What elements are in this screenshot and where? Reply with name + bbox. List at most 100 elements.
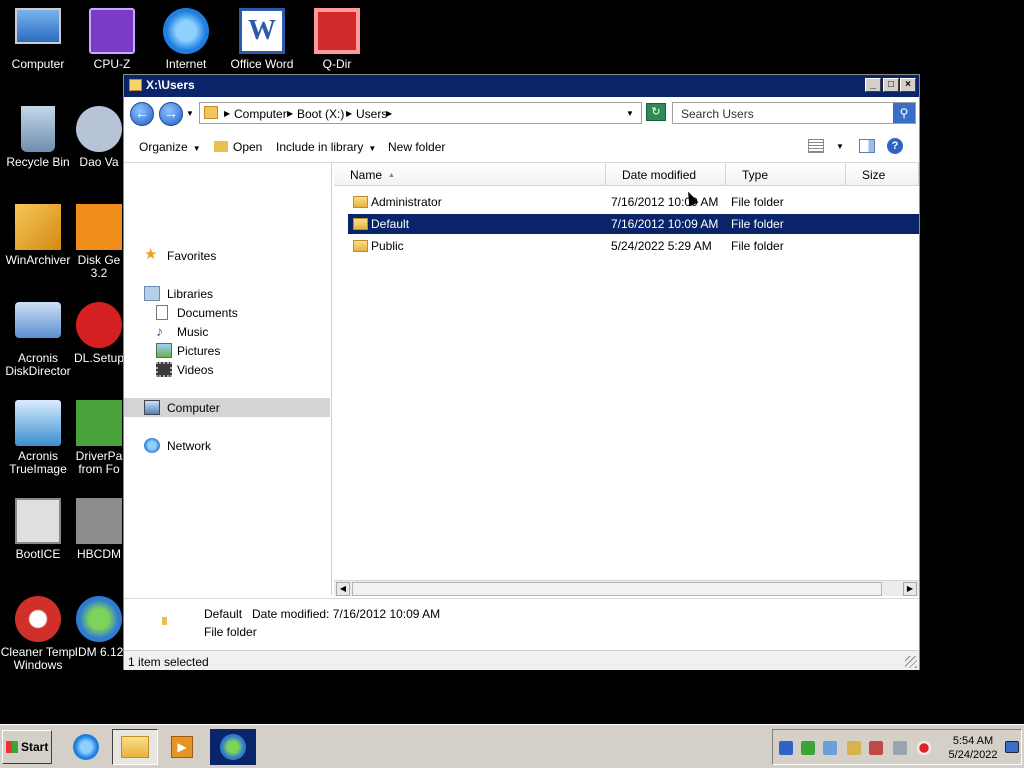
nav-pictures-label: Pictures [177, 344, 221, 358]
taskbar-internet-explorer[interactable] [64, 729, 110, 765]
desktop-icon-dl-setup[interactable]: DL.Setup [74, 302, 124, 365]
recent-pages-arrow-icon[interactable]: ▼ [186, 109, 194, 118]
breadcrumb-boot-drive[interactable]: Boot (X:) [297, 107, 344, 121]
desktop-icon-office-word[interactable]: W Office Word [224, 8, 300, 71]
tray-security-icon[interactable] [823, 741, 837, 755]
table-row[interactable]: Default 7/16/2012 10:09 AM File folder [348, 214, 919, 234]
desktop-icon-label: Internet [165, 57, 207, 71]
scroll-left-icon[interactable]: ◀ [336, 582, 350, 596]
tray-network-icon[interactable] [801, 741, 815, 755]
taskbar-media-player[interactable]: ▶ [160, 729, 206, 765]
nav-music[interactable]: ♪ Music [124, 322, 330, 341]
nav-computer[interactable]: Computer [124, 398, 330, 417]
desktop-icon-dao-va[interactable]: Dao Va [74, 106, 124, 169]
desktop-icon-cpuz[interactable]: CPU-Z [74, 8, 150, 71]
desktop-icon-acronis-diskdirector[interactable]: Acronis DiskDirector [0, 302, 76, 378]
desktop-icon-acronis-trueimage[interactable]: Acronis TrueImage [0, 400, 76, 476]
help-icon[interactable]: ? [887, 138, 903, 154]
taskbar-idm[interactable] [210, 729, 256, 765]
horizontal-scrollbar[interactable]: ◀ ▶ [334, 580, 919, 596]
sort-up-icon: ▲ [388, 172, 395, 179]
breadcrumb-arrow-icon[interactable]: ▶ [287, 109, 293, 118]
desktop-icon-disk-genius[interactable]: Disk Ge 3.2 [74, 204, 124, 280]
nav-documents[interactable]: Documents [124, 303, 330, 322]
desktop-icon-label: Cleaner Temp Windows [0, 645, 76, 672]
row-type: File folder [731, 217, 784, 231]
refresh-button[interactable]: ↻ [646, 103, 666, 121]
table-row[interactable]: Administrator 7/16/2012 10:09 AM File fo… [348, 192, 919, 212]
breadcrumb-computer[interactable]: Computer [234, 107, 287, 121]
tray-tools-icon[interactable] [869, 741, 883, 755]
resize-grip-icon[interactable] [905, 656, 917, 668]
nav-favorites[interactable]: ★ Favorites [124, 246, 330, 265]
back-button[interactable]: ← [130, 102, 154, 126]
nav-network-label: Network [167, 439, 212, 453]
search-input[interactable]: Search Users ⚲ [672, 102, 916, 124]
breadcrumb-users[interactable]: Users [356, 107, 387, 121]
column-name[interactable]: Name ▲ [334, 163, 606, 186]
tray-drive-icon[interactable] [847, 741, 861, 755]
start-button[interactable]: Start [2, 730, 52, 764]
desktop-icon-label: HBCDM [77, 547, 121, 561]
details-date: Date modified: 7/16/2012 10:09 AM [252, 607, 440, 621]
desktop-icon-label: BootICE [15, 547, 61, 561]
table-row[interactable]: Public 5/24/2022 5:29 AM File folder [348, 236, 919, 256]
tray-display-icon[interactable] [893, 741, 907, 755]
new-folder-button[interactable]: New folder [388, 140, 445, 154]
preview-pane-icon[interactable] [859, 139, 875, 153]
nav-network[interactable]: Network [124, 436, 330, 455]
maximize-button[interactable]: □ [883, 78, 899, 92]
desktop-icon-driverpack[interactable]: DriverPa from Fo [74, 400, 124, 476]
title-bar[interactable]: X:\Users _ □ × [124, 75, 919, 97]
nav-videos[interactable]: Videos [124, 360, 330, 379]
clock[interactable]: 5:54 AM 5/24/2022 [941, 734, 1005, 762]
breadcrumb-arrow-icon[interactable]: ▶ [224, 109, 230, 118]
recycle-bin-icon [21, 106, 55, 152]
taskbar-explorer[interactable] [112, 729, 158, 765]
desktop-icon-recycle-bin[interactable]: Recycle Bin [0, 106, 76, 169]
column-size[interactable]: Size [846, 163, 919, 186]
include-in-library-button[interactable]: Include in library ▼ [276, 140, 376, 154]
minimize-button[interactable]: _ [865, 78, 881, 92]
column-type[interactable]: Type [726, 163, 846, 186]
network-icon [144, 438, 160, 453]
idm-icon [76, 596, 122, 642]
forward-button[interactable]: → [159, 102, 183, 126]
desktop-icon-bootice[interactable]: BootICE [0, 498, 76, 561]
row-name: Public [371, 239, 404, 253]
open-button[interactable]: Open [214, 140, 262, 154]
desktop-icon-qdir[interactable]: Q-Dir [299, 8, 375, 71]
cpuz-icon [89, 8, 135, 54]
row-name: Default [371, 217, 410, 231]
search-icon[interactable]: ⚲ [893, 103, 915, 123]
organize-button[interactable]: Organize ▼ [139, 140, 201, 154]
desktop-icon-computer[interactable]: Computer [0, 8, 76, 71]
details-date-label: Date modified: [252, 607, 330, 621]
view-options-icon[interactable] [808, 139, 824, 153]
desktop-icon-internet[interactable]: Internet [148, 8, 224, 71]
volume-muted-icon[interactable] [917, 741, 931, 755]
driverpack-icon [76, 400, 122, 446]
address-box[interactable]: ▶ Computer ▶ Boot (X:) ▶ Users ▶ ▼ [199, 102, 642, 124]
desktop-icon-cleaner-temp[interactable]: Cleaner Temp Windows [0, 596, 76, 672]
folder-icon [353, 218, 368, 230]
folder-icon [204, 106, 218, 119]
breadcrumb-arrow-icon[interactable]: ▶ [346, 109, 352, 118]
show-desktop-icon[interactable] [1005, 741, 1019, 753]
breadcrumb-arrow-icon[interactable]: ▶ [386, 109, 392, 118]
desktop-icon-hbcdm[interactable]: HBCDM [74, 498, 124, 561]
desktop-icon-label: WinArchiver [5, 253, 71, 267]
scroll-right-icon[interactable]: ▶ [903, 582, 917, 596]
address-dropdown-icon[interactable]: ▼ [626, 109, 634, 118]
column-date-modified[interactable]: Date modified [606, 163, 726, 186]
tray-app-icon[interactable] [779, 741, 793, 755]
nav-libraries[interactable]: Libraries [124, 284, 330, 303]
desktop-icon-winarchiver[interactable]: WinArchiver [0, 204, 76, 267]
play-icon: ▶ [171, 736, 193, 758]
nav-pictures[interactable]: Pictures [124, 341, 330, 360]
music-icon: ♪ [156, 323, 163, 339]
desktop-icon-idm[interactable]: IDM 6.12 [74, 596, 124, 659]
view-dropdown-icon[interactable]: ▼ [836, 142, 844, 151]
close-button[interactable]: × [900, 78, 916, 92]
scroll-thumb[interactable] [352, 582, 882, 596]
